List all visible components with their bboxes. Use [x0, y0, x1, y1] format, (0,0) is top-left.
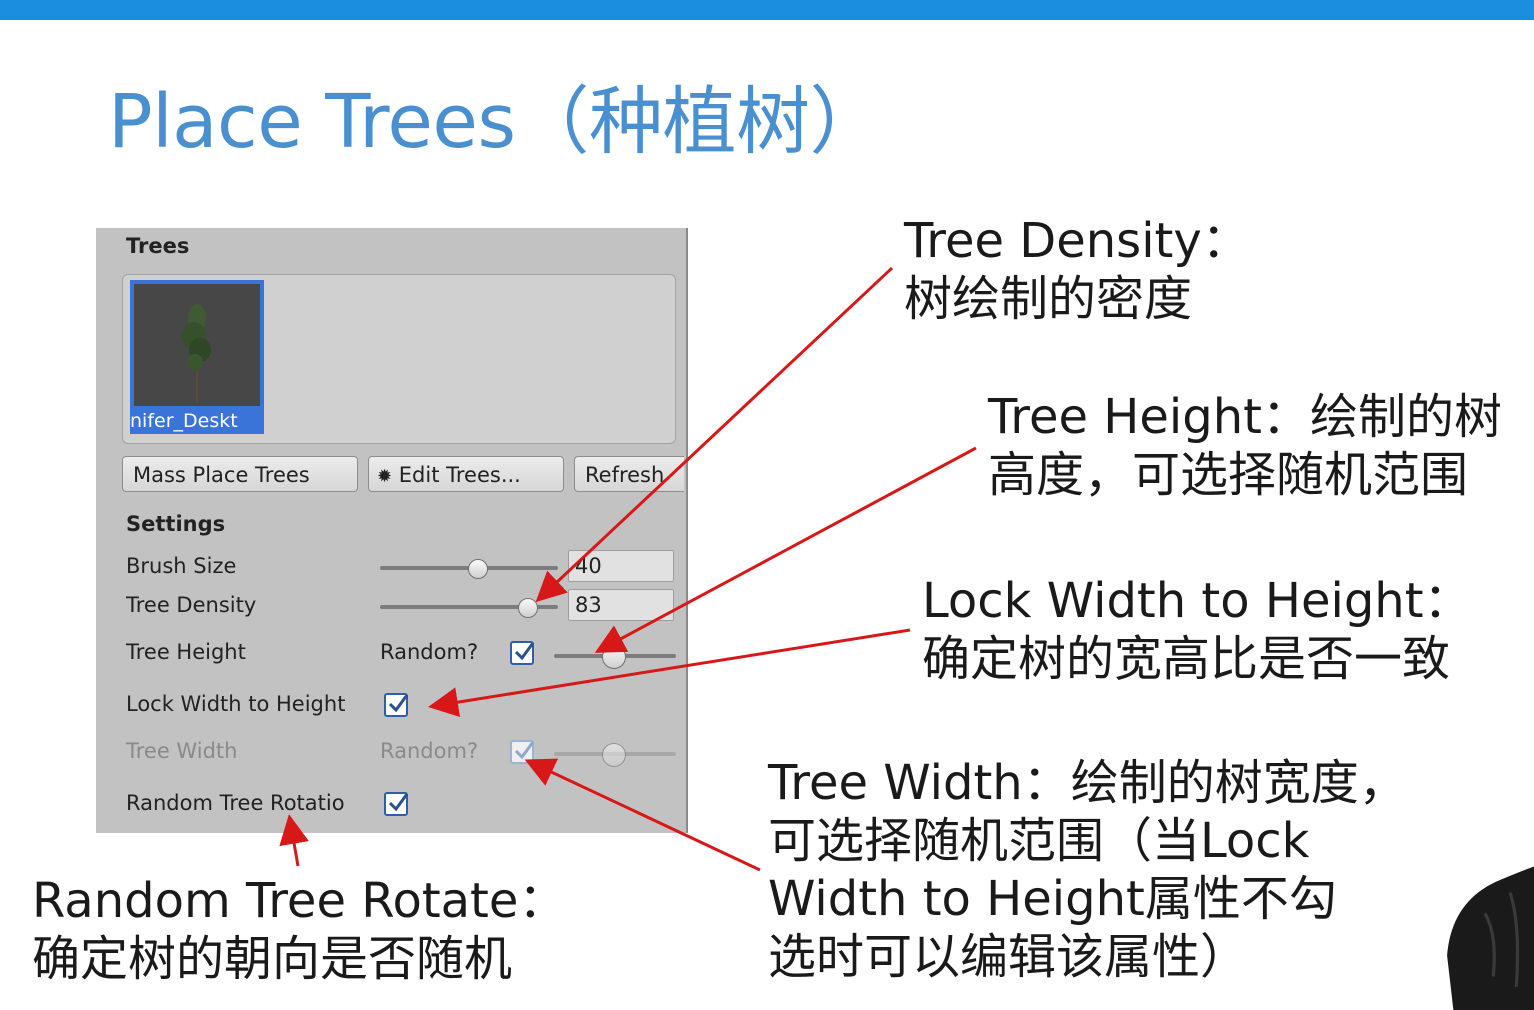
annotation-line: Tree Height：绘制的树 [988, 389, 1502, 445]
presenter-avatar [1447, 866, 1534, 1010]
annotation-tree-width: Tree Width：绘制的树宽度， 可选择随机范围（当Lock Width t… [768, 754, 1407, 986]
arrow-tree-height [594, 446, 977, 653]
annotation-tree-height: Tree Height：绘制的树 高度，可选择随机范围 [988, 388, 1502, 504]
annotation-lock-width: Lock Width to Height： 确定树的宽高比是否一致 [922, 572, 1472, 688]
annotation-line: 确定树的朝向是否随机 [32, 931, 513, 987]
annotation-line: 可选择随机范围（当Lock [768, 813, 1310, 869]
annotation-tree-density: Tree Density： 树绘制的密度 [904, 212, 1250, 328]
annotation-line: Width to Height属性不勾 [768, 871, 1337, 927]
annotation-line: Lock Width to Height： [922, 573, 1472, 629]
annotation-line: 树绘制的密度 [904, 271, 1193, 327]
annotation-random-rotate: Random Tree Rotate： 确定树的朝向是否随机 [32, 872, 566, 988]
arrow-lock-width [428, 628, 911, 718]
annotation-line: Tree Density： [904, 213, 1250, 269]
annotation-line: 高度，可选择随机范围 [988, 447, 1469, 503]
arrow-tree-width [524, 758, 761, 872]
arrow-tree-density [535, 266, 894, 603]
annotation-line: 确定树的宽高比是否一致 [922, 631, 1451, 687]
annotation-line: Random Tree Rotate： [32, 873, 567, 929]
arrow-random-rotate [279, 814, 309, 867]
annotation-line: Tree Width：绘制的树宽度， [768, 755, 1407, 811]
annotation-line: 选时可以编辑该属性） [768, 929, 1249, 985]
